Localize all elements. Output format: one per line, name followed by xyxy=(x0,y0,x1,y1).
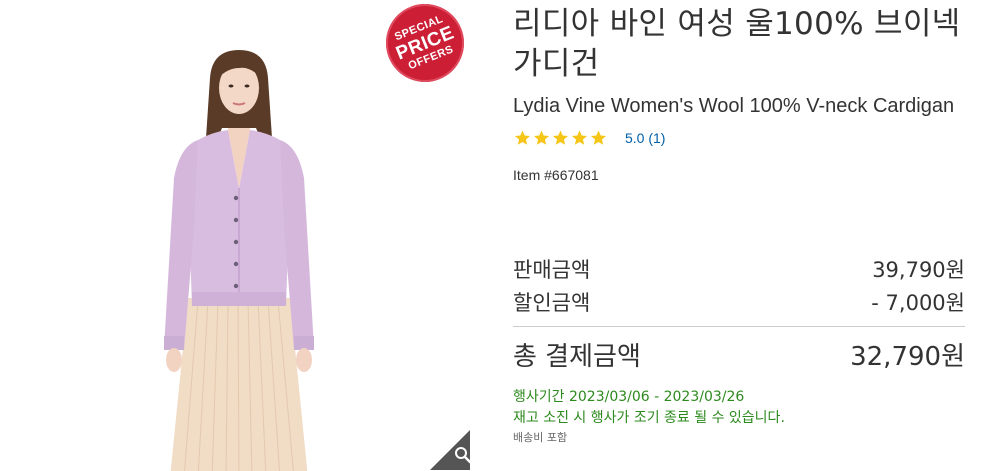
discount-row: 할인금액 - 7,000원 xyxy=(513,285,965,318)
product-title-english: Lydia Vine Women's Wool 100% V-neck Card… xyxy=(513,95,955,117)
star-icon xyxy=(553,130,568,145)
star-icon xyxy=(572,130,587,145)
product-info: 리디아 바인 여성 울100% 브이넥 가디건 Lydia Vine Women… xyxy=(513,0,965,183)
total-price-value: 32,790원 xyxy=(850,341,965,372)
product-image-area[interactable]: SPECIAL PRICE OFFERS xyxy=(0,0,470,471)
promotion-period: 행사기간 2023/03/06 - 2023/03/26 xyxy=(513,389,745,405)
product-detail-page: SPECIAL PRICE OFFERS 리디아 바인 여성 울100% 브이넥… xyxy=(0,0,988,471)
promotion-note: 재고 소진 시 행사가 조기 종료 될 수 있습니다. xyxy=(513,410,785,426)
star-icon xyxy=(515,130,530,145)
rating-row[interactable]: 5.0 (1) xyxy=(513,127,965,149)
discount-label: 할인금액 xyxy=(513,290,591,315)
product-title-korean: 리디아 바인 여성 울100% 브이넥 가디건 xyxy=(513,6,961,82)
item-number: Item #667081 xyxy=(513,167,599,183)
zoom-icon[interactable] xyxy=(430,422,470,470)
sale-price-row: 판매금액 39,790원 xyxy=(513,252,965,285)
star-icon xyxy=(534,130,549,145)
price-summary: 판매금액 39,790원 할인금액 - 7,000원 총 결제금액 32,790… xyxy=(513,252,965,447)
sale-price-label: 판매금액 xyxy=(513,257,591,282)
rating-stars xyxy=(513,129,608,147)
total-price-label: 총 결제금액 xyxy=(513,341,641,372)
sale-price-value: 39,790원 xyxy=(872,257,965,282)
discount-value: - 7,000원 xyxy=(871,290,965,315)
cardigan-model-image[interactable] xyxy=(140,48,340,471)
star-icon xyxy=(591,130,606,145)
shipping-info: 배송비 포함 xyxy=(513,431,568,444)
special-price-badge: SPECIAL PRICE OFFERS xyxy=(374,0,470,94)
total-price-row: 총 결제금액 32,790원 xyxy=(513,327,965,381)
rating-link[interactable]: 5.0 (1) xyxy=(625,130,665,146)
